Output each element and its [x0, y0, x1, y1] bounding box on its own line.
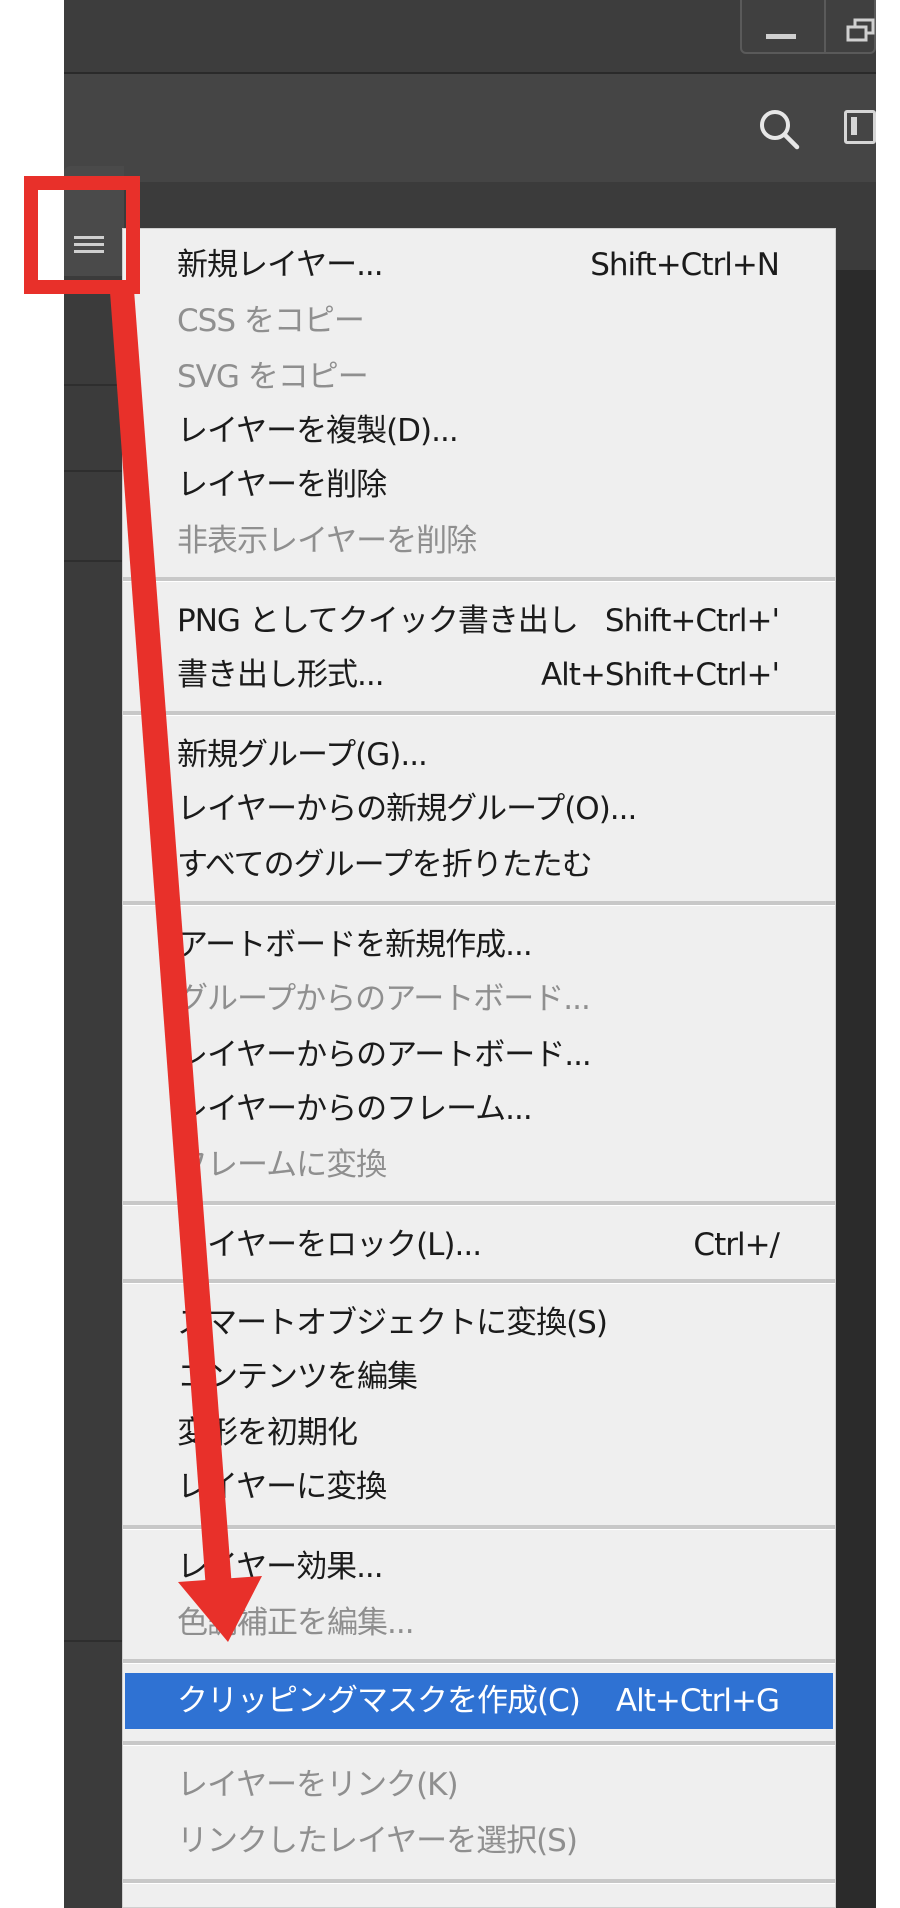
- menu-separator: [123, 711, 835, 716]
- menu-item-label: レイヤーからの新規グループ(O)...: [177, 791, 637, 827]
- menu-item-convert-to-layers[interactable]: レイヤーに変換: [123, 1459, 835, 1515]
- menu-item-label: レイヤーを削除: [177, 467, 387, 503]
- menu-item-label: レイヤーからのアートボード...: [177, 1037, 592, 1073]
- menu-item-label: スマートオブジェクトに変換(S): [177, 1305, 608, 1341]
- menu-item-new-artboard[interactable]: アートボードを新規作成...: [123, 917, 835, 973]
- menu-item-label: 新規レイヤー...: [177, 247, 384, 283]
- menu-item-edit-contents[interactable]: コンテンツを編集: [123, 1349, 835, 1405]
- menu-item-label: 色調補正を編集...: [177, 1605, 415, 1641]
- menu-item-delete-layer[interactable]: レイヤーを削除: [123, 457, 835, 513]
- menu-item-shortcut: Alt+Ctrl+G: [615, 1683, 780, 1719]
- menu-item-convert-to-frame[interactable]: フレームに変換: [123, 1137, 835, 1193]
- panel-row-divider: [64, 1640, 124, 1642]
- menu-item-label: クリッピングマスクを作成(C): [177, 1683, 581, 1719]
- menu-item-label: レイヤーに変換: [177, 1469, 387, 1505]
- menu-item-shortcut: Alt+Shift+Ctrl+': [540, 657, 780, 693]
- menu-item-shortcut: Shift+Ctrl+N: [590, 247, 780, 283]
- menu-item-frame-from-layers[interactable]: レイヤーからのフレーム...: [123, 1081, 835, 1137]
- menu-item-shortcut: Ctrl+/: [693, 1227, 780, 1263]
- menu-item-label: アートボードを新規作成...: [177, 927, 533, 963]
- menu-item-create-clipping-mask[interactable]: クリッピングマスクを作成(C) Alt+Ctrl+G: [125, 1673, 833, 1729]
- menu-item-layer-effects[interactable]: レイヤー効果...: [123, 1539, 835, 1595]
- panel-toggle-icon[interactable]: [844, 110, 876, 144]
- menu-item-label: 書き出し形式...: [177, 657, 385, 693]
- menu-separator: [123, 1525, 835, 1530]
- panel-row-divider: [64, 470, 124, 472]
- canvas-edge: [836, 270, 876, 1908]
- menu-item-label: CSS をコピー: [177, 303, 365, 339]
- layers-context-menu: 新規レイヤー... Shift+Ctrl+N CSS をコピー SVG をコピー…: [122, 228, 836, 1908]
- toolbar: [64, 74, 876, 182]
- menu-separator: [123, 901, 835, 906]
- menu-item-label: PNG としてクイック書き出し: [177, 603, 579, 639]
- menu-item-copy-svg[interactable]: SVG をコピー: [123, 349, 835, 405]
- menu-item-label: 非表示レイヤーを削除: [177, 523, 477, 559]
- menu-separator: [123, 1741, 835, 1746]
- panel-row-divider: [64, 560, 124, 562]
- menu-item-label: レイヤーをリンク(K): [177, 1767, 459, 1803]
- menu-item-label: グループからのアートボード...: [177, 981, 591, 1017]
- menu-item-export-as[interactable]: 書き出し形式... Alt+Shift+Ctrl+': [123, 647, 835, 703]
- menu-item-link-layers[interactable]: レイヤーをリンク(K): [123, 1757, 835, 1813]
- menu-item-collapse-all-groups[interactable]: すべてのグループを折りたたむ: [123, 837, 835, 893]
- page-margin: [876, 0, 900, 1908]
- menu-item-edit-adjustment[interactable]: 色調補正を編集...: [123, 1595, 835, 1651]
- menu-item-copy-css[interactable]: CSS をコピー: [123, 293, 835, 349]
- menu-separator: [123, 1879, 835, 1884]
- menu-item-convert-smart-object[interactable]: スマートオブジェクトに変換(S): [123, 1295, 835, 1351]
- menu-item-artboard-from-group[interactable]: グループからのアートボード...: [123, 971, 835, 1027]
- menu-item-duplicate-layer[interactable]: レイヤーを複製(D)...: [123, 403, 835, 459]
- menu-separator: [123, 1201, 835, 1206]
- menu-separator: [123, 1279, 835, 1284]
- menu-item-label: レイヤーを複製(D)...: [177, 413, 459, 449]
- menu-item-label: SVG をコピー: [177, 359, 369, 395]
- menu-item-select-linked-layers[interactable]: リンクしたレイヤーを選択(S): [123, 1813, 835, 1869]
- menu-item-label: レイヤーをロック(L)...: [177, 1227, 482, 1263]
- menu-item-new-group[interactable]: 新規グループ(G)...: [123, 727, 835, 783]
- menu-item-new-layer[interactable]: 新規レイヤー... Shift+Ctrl+N: [123, 237, 835, 293]
- menu-item-label: 変形を初期化: [177, 1415, 358, 1451]
- menu-separator: [123, 1659, 835, 1664]
- menu-item-label: レイヤーからのフレーム...: [177, 1091, 533, 1127]
- menu-item-label: コンテンツを編集: [177, 1359, 418, 1395]
- menu-item-label: フレームに変換: [177, 1147, 387, 1183]
- menu-item-label: すべてのグループを折りたたむ: [177, 847, 593, 883]
- annotation-highlight-box: [24, 176, 140, 294]
- menu-item-label: レイヤー効果...: [177, 1549, 384, 1585]
- menu-item-group-from-layers[interactable]: レイヤーからの新規グループ(O)...: [123, 781, 835, 837]
- screenshot-stage: 新規レイヤー... Shift+Ctrl+N CSS をコピー SVG をコピー…: [0, 0, 900, 1908]
- menu-item-lock-layers[interactable]: レイヤーをロック(L)... Ctrl+/: [123, 1217, 835, 1273]
- search-icon[interactable]: [756, 106, 802, 152]
- menu-item-shortcut: Shift+Ctrl+': [604, 603, 780, 639]
- window-controls-divider: [824, 0, 826, 54]
- menu-separator: [123, 577, 835, 582]
- menu-item-label: リンクしたレイヤーを選択(S): [177, 1823, 578, 1859]
- panel-row-divider: [64, 384, 124, 386]
- minimize-icon[interactable]: [766, 34, 796, 39]
- menu-item-delete-hidden-layers[interactable]: 非表示レイヤーを削除: [123, 513, 835, 569]
- menu-item-reset-transform[interactable]: 変形を初期化: [123, 1405, 835, 1461]
- menu-item-quick-export-png[interactable]: PNG としてクイック書き出し Shift+Ctrl+': [123, 593, 835, 649]
- menu-item-label: 新規グループ(G)...: [177, 737, 428, 773]
- menu-item-artboard-from-layers[interactable]: レイヤーからのアートボード...: [123, 1027, 835, 1083]
- restore-icon[interactable]: [846, 18, 876, 42]
